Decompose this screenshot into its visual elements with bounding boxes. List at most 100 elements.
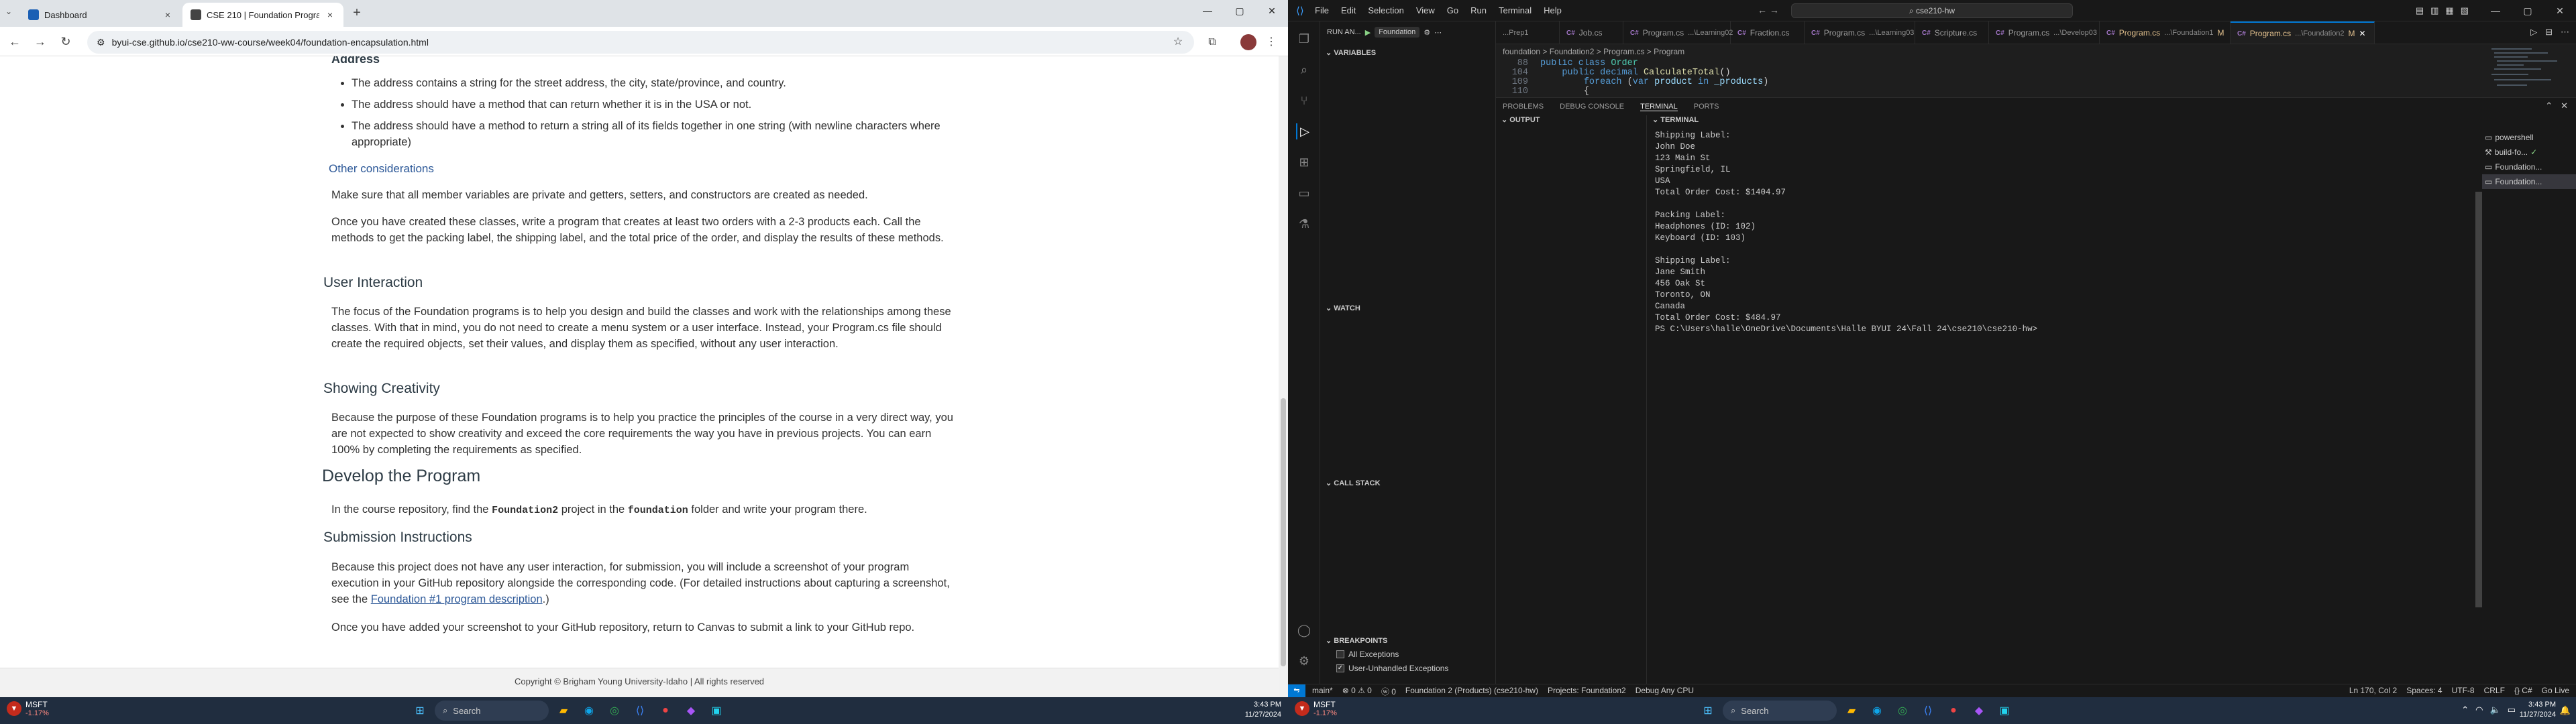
minimize-icon[interactable]: — xyxy=(1191,0,1224,21)
gear-icon[interactable]: ⚙ xyxy=(1424,28,1430,37)
debug-config-select[interactable]: Foundation xyxy=(1375,27,1420,38)
back-icon[interactable]: ← xyxy=(5,34,24,50)
toggle-panel-icon[interactable]: ▥ xyxy=(2430,5,2438,16)
app-icon[interactable]: ◆ xyxy=(1968,700,1990,721)
chrome-icon[interactable]: ◎ xyxy=(604,700,625,721)
stock-widget[interactable]: ▼ MSFT -1.17% xyxy=(1295,700,1337,717)
editor-tab[interactable]: C# Program.cs ...\Foundation1 M xyxy=(2100,21,2231,44)
tab-foundation-program[interactable]: CSE 210 | Foundation Program × xyxy=(182,3,343,27)
chevron-up-icon[interactable]: ⌃ xyxy=(2461,705,2469,715)
split-editor-icon[interactable]: ⊟ xyxy=(2545,27,2553,38)
status-item[interactable]: UTF-8 xyxy=(2452,686,2475,695)
app-icon[interactable]: ● xyxy=(1943,700,1964,721)
foundation1-link[interactable]: Foundation #1 program description xyxy=(371,593,543,605)
profile-avatar[interactable] xyxy=(1240,34,1256,50)
editor-tab[interactable]: C# Program.cs ...\Learning03 xyxy=(1805,21,1915,44)
command-center[interactable]: ⌕ cse210-hw xyxy=(1791,3,2073,18)
source-control-icon[interactable]: ⑂ xyxy=(1296,93,1312,109)
terminal-item[interactable]: ▭ powershell xyxy=(2482,130,2576,145)
status-item[interactable]: CRLF xyxy=(2484,686,2505,695)
status-item[interactable]: Go Live xyxy=(2542,686,2569,695)
edge-icon[interactable]: ◉ xyxy=(578,700,600,721)
notification-bell-icon[interactable]: 🔔 xyxy=(2560,705,2571,716)
remote-explorer-icon[interactable]: ▭ xyxy=(1296,185,1312,201)
file-explorer-icon[interactable]: ▰ xyxy=(1841,700,1862,721)
taskbar-search[interactable]: ⌕ Search xyxy=(435,701,549,721)
menu-help[interactable]: Help xyxy=(1544,5,1562,15)
status-item[interactable]: Projects: Foundation2 xyxy=(1548,686,1626,697)
battery-icon[interactable]: ▭ xyxy=(2508,705,2516,715)
remote-icon[interactable]: ⇋ xyxy=(1288,684,1305,697)
terminal-item[interactable]: ⚒ build-fo... ✓ xyxy=(2482,145,2576,160)
watch-section[interactable]: ⌄ WATCH xyxy=(1320,304,1496,312)
app-icon[interactable]: ◆ xyxy=(680,700,702,721)
new-tab-button[interactable]: + xyxy=(347,5,366,21)
stock-widget[interactable]: ▼ MSFT -1.17% xyxy=(7,700,49,717)
more-icon[interactable]: ⋯ xyxy=(2561,27,2569,38)
menu-go[interactable]: Go xyxy=(1447,5,1458,15)
vscode-icon[interactable]: ⟨⟩ xyxy=(1917,700,1939,721)
menu-file[interactable]: File xyxy=(1315,5,1329,15)
scrollbar-thumb[interactable] xyxy=(1281,398,1286,666)
breadcrumb[interactable]: foundation > Foundation2 > Program.cs > … xyxy=(1496,44,2435,59)
status-item[interactable]: ⊗ 0 ⚠ 0 xyxy=(1342,686,1372,697)
nav-arrows[interactable]: ← → xyxy=(1758,5,1779,15)
reload-icon[interactable]: ↻ xyxy=(56,34,75,50)
call-stack-section[interactable]: ⌄ CALL STACK xyxy=(1320,479,1496,487)
minimap[interactable] xyxy=(2489,44,2563,98)
editor-tab[interactable]: C# Program.cs ...\Develop03 xyxy=(1989,21,2100,44)
status-item[interactable]: Spaces: 4 xyxy=(2406,686,2442,695)
run-icon[interactable]: ▷ xyxy=(2530,27,2537,38)
checkbox[interactable] xyxy=(1336,650,1344,658)
editor-tab[interactable]: C# Scripture.cs xyxy=(1915,21,1989,44)
more-icon[interactable]: ⋯ xyxy=(1434,28,1442,37)
menu-edit[interactable]: Edit xyxy=(1341,5,1356,15)
toggle-sidebar-icon[interactable]: ▤ xyxy=(2416,5,2424,16)
menu-terminal[interactable]: Terminal xyxy=(1499,5,1532,15)
editor-tab-active[interactable]: C# Program.cs ...\Foundation2 M ✕ xyxy=(2231,21,2375,44)
edge-icon[interactable]: ◉ xyxy=(1866,700,1888,721)
tab-debug-console[interactable]: DEBUG CONSOLE xyxy=(1560,103,1624,111)
toggle-secondary-icon[interactable]: ▦ xyxy=(2445,5,2453,16)
app-icon[interactable]: ▣ xyxy=(1994,700,2015,721)
close-window-icon[interactable]: ✕ xyxy=(2544,0,2576,21)
bookmark-star-icon[interactable]: ☆ xyxy=(1171,35,1185,50)
menu-view[interactable]: View xyxy=(1416,5,1435,15)
site-info-icon[interactable]: ⚙ xyxy=(97,37,105,48)
status-item[interactable]: Debug Any CPU xyxy=(1635,686,1694,697)
terminal-scrollbar[interactable] xyxy=(2475,192,2482,607)
clock[interactable]: 3:43 PM 11/27/2024 xyxy=(2520,700,2556,720)
menu-selection[interactable]: Selection xyxy=(1368,5,1403,15)
menu-run[interactable]: Run xyxy=(1470,5,1487,15)
status-item[interactable]: Foundation 2 (Products) (cse210-hw) xyxy=(1405,686,1538,697)
app-icon[interactable]: ▣ xyxy=(706,700,727,721)
terminal-header[interactable]: ⌄ TERMINAL xyxy=(1647,115,2576,127)
status-item[interactable]: main* xyxy=(1312,686,1333,697)
vscode-icon[interactable]: ⟨⟩ xyxy=(629,700,651,721)
taskbar-search[interactable]: ⌕ Search xyxy=(1723,701,1837,721)
close-icon[interactable]: × xyxy=(325,9,335,20)
terminal-item-selected[interactable]: ▭ Foundation... xyxy=(2482,174,2576,189)
editor-tab[interactable]: ...Prep1 xyxy=(1496,21,1560,44)
wifi-icon[interactable]: ◠ xyxy=(2475,705,2483,715)
terminal-item[interactable]: ▭ Foundation... xyxy=(2482,160,2576,174)
start-icon[interactable]: ⊞ xyxy=(1697,700,1719,721)
tab-ports[interactable]: PORTS xyxy=(1694,103,1719,111)
file-explorer-icon[interactable]: ▰ xyxy=(553,700,574,721)
status-item[interactable]: {} C# xyxy=(2514,686,2532,695)
close-window-icon[interactable]: ✕ xyxy=(1256,0,1288,21)
testing-icon[interactable]: ⚗ xyxy=(1296,216,1312,232)
clock[interactable]: 3:43 PM 11/27/2024 xyxy=(1245,700,1281,720)
start-icon[interactable]: ⊞ xyxy=(409,700,431,721)
tab-problems[interactable]: PROBLEMS xyxy=(1503,103,1544,111)
terminal-output[interactable]: Shipping Label: John Doe 123 Main St Spring… xyxy=(1655,130,2480,335)
extensions-icon[interactable]: ⧉ xyxy=(1205,35,1220,50)
editor-tab[interactable]: C# Fraction.cs xyxy=(1731,21,1805,44)
close-icon[interactable]: × xyxy=(162,9,173,20)
variables-section[interactable]: ⌄ VARIABLES xyxy=(1320,48,1496,57)
breakpoint-all-exceptions[interactable]: All Exceptions xyxy=(1336,650,1399,659)
close-panel-icon[interactable]: ✕ xyxy=(2561,101,2568,111)
tab-terminal[interactable]: TERMINAL xyxy=(1640,103,1678,111)
run-debug-icon[interactable]: ▷ xyxy=(1296,123,1312,139)
forward-icon[interactable]: → xyxy=(31,34,50,50)
